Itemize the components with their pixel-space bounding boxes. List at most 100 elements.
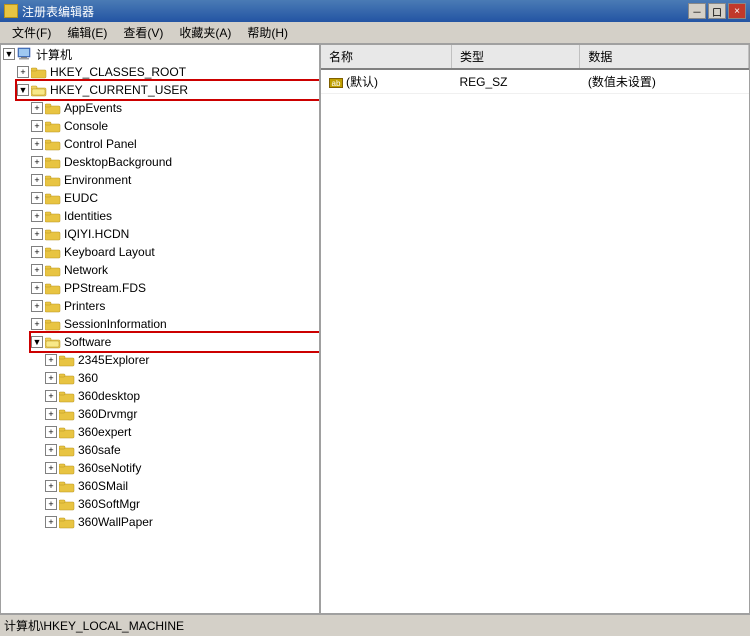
expand-software[interactable]: ▼ [31, 336, 43, 348]
folder-icon [59, 372, 75, 385]
menu-file[interactable]: 文件(F) [4, 22, 59, 43]
folder-icon [31, 66, 47, 79]
tree-item-keyboard[interactable]: + Keyboard Layout [31, 243, 319, 261]
tree-item-360[interactable]: + 360 [45, 369, 319, 387]
360-label: 360 [78, 371, 98, 385]
hkcu-container: ▼ HKEY_CURRENT_USER + AppEvents [1, 81, 319, 531]
expand-360smail[interactable]: + [45, 480, 57, 492]
expand-2345explorer[interactable]: + [45, 354, 57, 366]
menu-bar: 文件(F) 编辑(E) 查看(V) 收藏夹(A) 帮助(H) [0, 22, 750, 44]
expand-360[interactable]: + [45, 372, 57, 384]
expand-ppstream[interactable]: + [31, 282, 43, 294]
expand-eudc[interactable]: + [31, 192, 43, 204]
tree-item-desktopbg[interactable]: + DesktopBackground [31, 153, 319, 171]
expand-printers[interactable]: + [31, 300, 43, 312]
registry-table: 名称 类型 数据 ab(默认) REG_SZ (数值未设置) [321, 45, 749, 94]
tree-item-ppstream[interactable]: + PPStream.FDS [31, 279, 319, 297]
tree-item-360smail[interactable]: + 360SMail [45, 477, 319, 495]
title-bar-left: 注册表编辑器 [4, 3, 94, 20]
folder-icon [59, 516, 75, 529]
tree-item-appevents[interactable]: + AppEvents [31, 99, 319, 117]
folder-icon [45, 120, 61, 133]
tree-item-hkcu[interactable]: ▼ HKEY_CURRENT_USER [17, 81, 319, 99]
tree-item-printers[interactable]: + Printers [31, 297, 319, 315]
eudc-label: EUDC [64, 191, 98, 205]
software-container: ▼ Software + [31, 333, 319, 531]
tree-item-iqiyi[interactable]: + IQIYI.HCDN [31, 225, 319, 243]
expand-controlpanel[interactable]: + [31, 138, 43, 150]
tree-item-network[interactable]: + Network [31, 261, 319, 279]
folder-icon [59, 462, 75, 475]
tree-item-eudc[interactable]: + EUDC [31, 189, 319, 207]
expand-iqiyi[interactable]: + [31, 228, 43, 240]
expand-console[interactable]: + [31, 120, 43, 132]
menu-help[interactable]: 帮助(H) [239, 22, 296, 43]
minimize-button[interactable]: － [688, 3, 706, 19]
tree-item-identities[interactable]: + Identities [31, 207, 319, 225]
menu-favorites[interactable]: 收藏夹(A) [171, 22, 239, 43]
360desktop-label: 360desktop [78, 389, 140, 403]
expand-environment[interactable]: + [31, 174, 43, 186]
expand-360wallpaper[interactable]: + [45, 516, 57, 528]
software-label: Software [64, 335, 111, 349]
col-data[interactable]: 数据 [580, 45, 749, 69]
folder-icon [59, 390, 75, 403]
folder-icon [45, 102, 61, 115]
folder-icon [59, 354, 75, 367]
tree-item-software[interactable]: ▼ Software [31, 333, 319, 351]
expand-desktopbg[interactable]: + [31, 156, 43, 168]
col-type[interactable]: 类型 [451, 45, 579, 69]
app-icon [4, 4, 18, 18]
tree-item-controlpanel[interactable]: + Control Panel [31, 135, 319, 153]
expand-sessioninfo[interactable]: + [31, 318, 43, 330]
tree-item-360drvmgr[interactable]: + 360Drvmgr [45, 405, 319, 423]
col-name[interactable]: 名称 [321, 45, 451, 69]
folder-open-icon [45, 336, 61, 349]
tree-panel[interactable]: ▼ 计算机 + HKEY_CLASSES_ROOT ▼ [1, 45, 321, 613]
expand-appevents[interactable]: + [31, 102, 43, 114]
folder-icon [45, 246, 61, 259]
environment-label: Environment [64, 173, 131, 187]
expand-keyboard[interactable]: + [31, 246, 43, 258]
expand-360expert[interactable]: + [45, 426, 57, 438]
tree-item-360expert[interactable]: + 360expert [45, 423, 319, 441]
expand-360drvmgr[interactable]: + [45, 408, 57, 420]
ppstream-label: PPStream.FDS [64, 281, 146, 295]
expand-network[interactable]: + [31, 264, 43, 276]
folder-icon [59, 444, 75, 457]
right-panel[interactable]: 名称 类型 数据 ab(默认) REG_SZ (数值未设置) [321, 45, 749, 613]
tree-item-360senotify[interactable]: + 360seNotify [45, 459, 319, 477]
folder-icon [59, 498, 75, 511]
expand-360safe[interactable]: + [45, 444, 57, 456]
console-label: Console [64, 119, 108, 133]
folder-icon [45, 318, 61, 331]
hkcr-label: HKEY_CLASSES_ROOT [50, 65, 186, 79]
table-row[interactable]: ab(默认) REG_SZ (数值未设置) [321, 69, 749, 94]
tree-item-360desktop[interactable]: + 360desktop [45, 387, 319, 405]
tree-item-360softmgr[interactable]: + 360SoftMgr [45, 495, 319, 513]
tree-item-console[interactable]: + Console [31, 117, 319, 135]
expand-computer[interactable]: ▼ [3, 48, 15, 60]
tree-item-environment[interactable]: + Environment [31, 171, 319, 189]
tree-item-360wallpaper[interactable]: + 360WallPaper [45, 513, 319, 531]
tree-item-hkcr[interactable]: + HKEY_CLASSES_ROOT [1, 63, 319, 81]
status-bar: 计算机\HKEY_LOCAL_MACHINE [0, 614, 750, 636]
menu-edit[interactable]: 编辑(E) [59, 22, 115, 43]
tree-item-sessioninfo[interactable]: + SessionInformation [31, 315, 319, 333]
expand-hkcr[interactable]: + [17, 66, 29, 78]
expand-hkcu[interactable]: ▼ [17, 84, 29, 96]
expand-identities[interactable]: + [31, 210, 43, 222]
menu-view[interactable]: 查看(V) [115, 22, 171, 43]
close-button[interactable]: × [728, 3, 746, 19]
expand-360desktop[interactable]: + [45, 390, 57, 402]
expand-360softmgr[interactable]: + [45, 498, 57, 510]
expand-360senotify[interactable]: + [45, 462, 57, 474]
360drvmgr-label: 360Drvmgr [78, 407, 137, 421]
tree-item-360safe[interactable]: + 360safe [45, 441, 319, 459]
tree-item-2345explorer[interactable]: + 2345Explorer [45, 351, 319, 369]
title-bar: 注册表编辑器 － 口 × [0, 0, 750, 22]
folder-icon [45, 174, 61, 187]
hkcu-children: + AppEvents + Console [17, 99, 319, 531]
tree-root-computer[interactable]: ▼ 计算机 [1, 45, 319, 63]
restore-button[interactable]: 口 [708, 3, 726, 19]
